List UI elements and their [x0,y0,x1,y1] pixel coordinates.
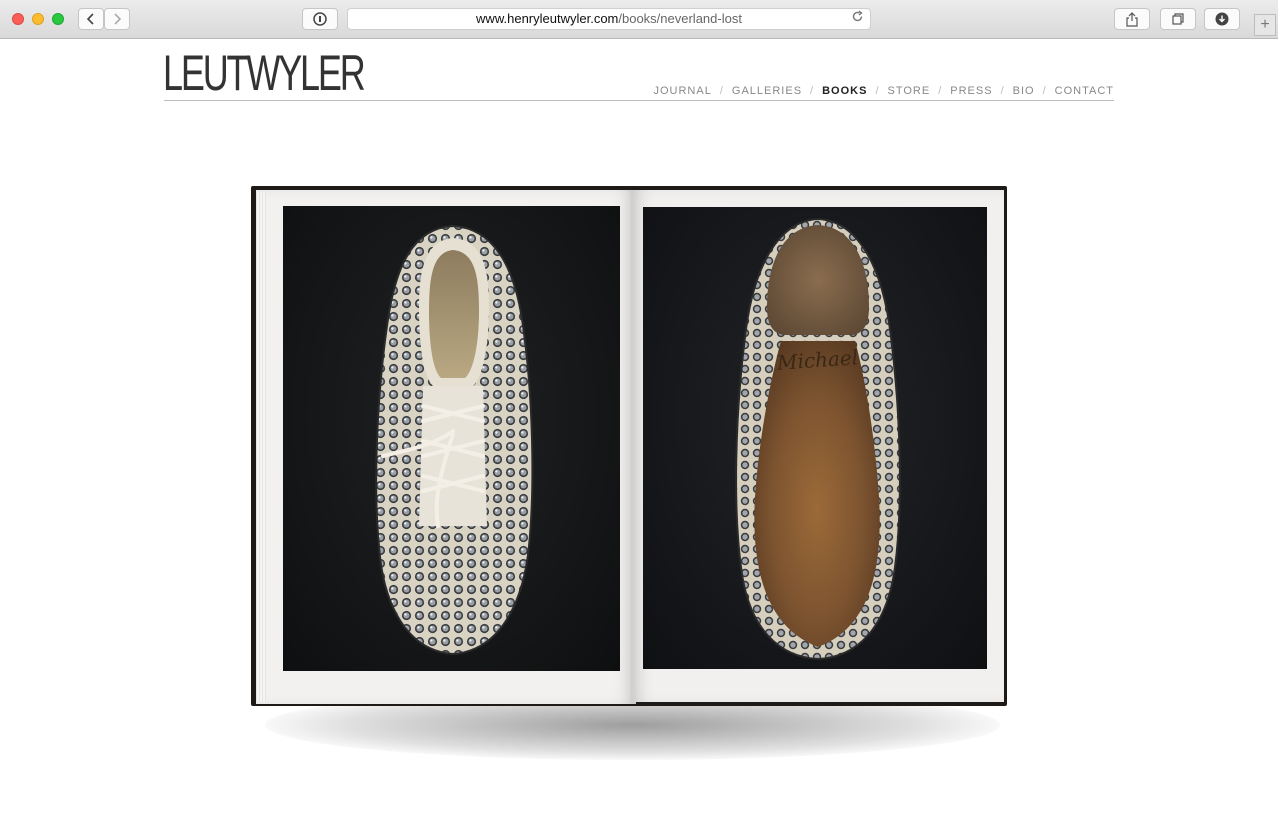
nav-journal[interactable]: JOURNAL [653,85,711,97]
nav-bio[interactable]: BIO [1013,85,1035,97]
nav-press[interactable]: PRESS [950,85,992,97]
worn-sole-illustration: Michael [735,217,901,661]
minimize-window-button[interactable] [32,13,44,25]
chevron-left-icon [86,13,94,25]
tabs-icon [1172,13,1184,25]
shoe-top-photo [283,206,620,671]
new-tab-button[interactable]: + [1254,14,1276,36]
share-icon [1126,11,1138,27]
back-button[interactable] [78,8,104,30]
nav-separator: / [810,85,815,97]
nav-separator: / [1042,85,1047,97]
shoe-sole-photo: Michael [643,207,987,669]
nav-books[interactable]: BOOKS [822,85,867,97]
close-window-button[interactable] [12,13,24,25]
browser-toolbar: www.henryleutwyler.com/books/neverland-l… [0,0,1278,39]
nav-separator: / [1000,85,1005,97]
reader-icon [313,12,327,26]
download-icon [1215,12,1229,26]
nav-separator: / [719,85,724,97]
reload-icon[interactable] [851,9,864,29]
header-divider [164,100,1114,101]
nav-galleries[interactable]: GALLERIES [732,85,802,97]
main-nav: JOURNAL / GALLERIES / BOOKS / STORE / PRESS /… [653,85,1114,97]
tabs-overview-button[interactable] [1160,8,1196,30]
plus-icon: + [1260,16,1270,33]
nav-separator: / [938,85,943,97]
nav-store[interactable]: STORE [888,85,931,97]
nav-separator: / [875,85,880,97]
studded-shoe-top-illustration [375,224,534,656]
forward-button[interactable] [104,8,130,30]
reader-button[interactable] [302,8,338,30]
zoom-window-button[interactable] [52,13,64,25]
page-edges [256,192,266,702]
downloads-button[interactable] [1204,8,1240,30]
chevron-right-icon [114,13,122,25]
url-domain: www.henryleutwyler.com [476,11,619,26]
nav-contact[interactable]: CONTACT [1055,85,1114,97]
site-logo[interactable]: LEUTWYLER [163,47,366,99]
book-image: Michael [251,186,1007,706]
url-path: /books/neverland-lost [618,11,742,26]
address-bar[interactable]: www.henryleutwyler.com/books/neverland-l… [347,8,871,30]
share-button[interactable] [1114,8,1150,30]
